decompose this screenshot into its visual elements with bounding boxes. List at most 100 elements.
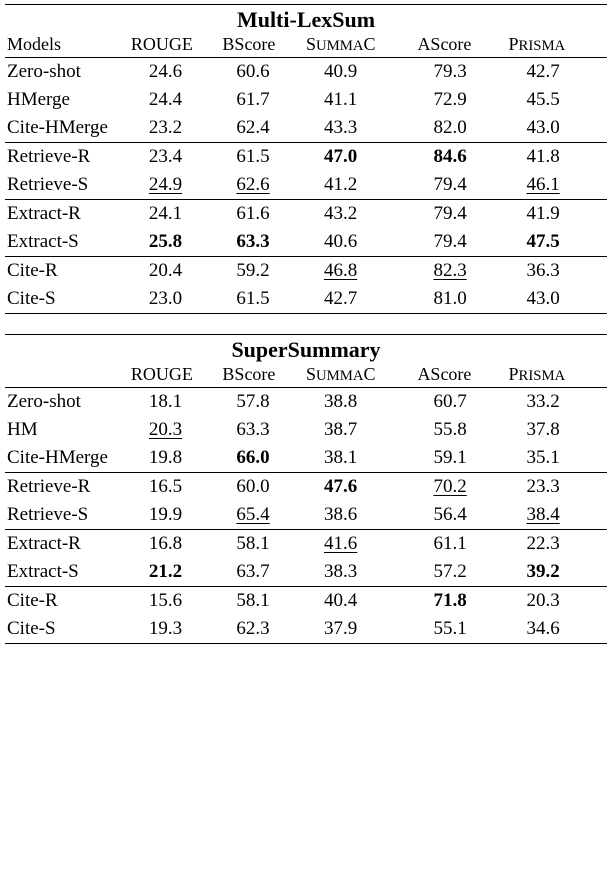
cell-value: 41.1 (324, 89, 357, 111)
cell-value: 37.8 (526, 419, 559, 441)
cell-prisma: 43.0 (508, 285, 607, 314)
cell-bscore: 61.7 (218, 86, 306, 114)
cell-value: 62.4 (236, 117, 269, 139)
cell-rouge: 24.4 (131, 86, 219, 114)
cell-value: 42.7 (526, 61, 559, 83)
cell-ascore: 72.9 (415, 86, 508, 114)
cell-ascore: 84.6 (415, 143, 508, 172)
table-title: Multi-LexSum (5, 4, 607, 34)
cell-bscore: 63.7 (218, 558, 306, 587)
cell-value: 79.4 (433, 203, 466, 225)
model-name: Cite-HMerge (5, 444, 131, 473)
model-name: Extract-R (5, 530, 131, 559)
cell-value: 38.4 (526, 504, 559, 526)
table-row: Zero-shot24.660.640.979.342.7 (5, 58, 607, 87)
cell-value: 23.0 (149, 288, 182, 310)
cell-prisma: 45.5 (508, 86, 607, 114)
cell-summac: 41.6 (306, 530, 415, 559)
cell-bscore: 62.4 (218, 114, 306, 143)
cell-value: 70.2 (433, 476, 466, 498)
cell-bscore: 58.1 (218, 530, 306, 559)
model-name: HMerge (5, 86, 131, 114)
cell-value: 58.1 (236, 590, 269, 612)
column-header-models: Models (5, 34, 131, 58)
cell-value: 57.8 (236, 391, 269, 413)
cell-prisma: 33.2 (508, 388, 607, 417)
cell-rouge: 19.8 (131, 444, 219, 473)
cell-rouge: 18.1 (131, 388, 219, 417)
model-name: Cite-R (5, 587, 131, 616)
cell-value: 84.6 (433, 146, 466, 168)
cell-prisma: 38.4 (508, 501, 607, 530)
cell-value: 60.7 (433, 391, 466, 413)
cell-prisma: 22.3 (508, 530, 607, 559)
cell-value: 57.2 (433, 561, 466, 583)
cell-bscore: 65.4 (218, 501, 306, 530)
cell-value: 40.9 (324, 61, 357, 83)
cell-prisma: 39.2 (508, 558, 607, 587)
cell-value: 39.2 (526, 561, 559, 583)
model-name: Zero-shot (5, 388, 131, 417)
cell-value: 19.8 (149, 447, 182, 469)
cell-summac: 47.0 (306, 143, 415, 172)
cell-rouge: 23.0 (131, 285, 219, 314)
column-header: BScore (218, 364, 306, 388)
cell-summac: 40.6 (306, 228, 415, 257)
cell-value: 79.4 (433, 174, 466, 196)
cell-value: 45.5 (526, 89, 559, 111)
cell-ascore: 82.0 (415, 114, 508, 143)
cell-prisma: 34.6 (508, 615, 607, 644)
cell-value: 23.4 (149, 146, 182, 168)
cell-summac: 38.7 (306, 416, 415, 444)
cell-value: 60.0 (236, 476, 269, 498)
model-name: Cite-S (5, 615, 131, 644)
column-header: BScore (218, 34, 306, 58)
cell-summac: 38.6 (306, 501, 415, 530)
cell-value: 41.9 (526, 203, 559, 225)
table-row: HMerge24.4 61.7 41.1 72.9 45.5 (5, 86, 607, 114)
column-header: PRISMA (508, 34, 607, 58)
cell-summac: 47.6 (306, 473, 415, 502)
cell-value: 42.7 (324, 288, 357, 310)
cell-value: 15.6 (149, 590, 182, 612)
cell-value: 58.1 (236, 533, 269, 555)
table-row: Extract-S21.263.738.357.239.2 (5, 558, 607, 587)
cell-value: 23.3 (526, 476, 559, 498)
cell-value: 38.3 (324, 561, 357, 583)
column-header: PRISMA (508, 364, 607, 388)
data-table: ModelsROUGEBScoreSUMMACAScorePRISMAZero-… (5, 34, 607, 314)
model-name: Cite-HMerge (5, 114, 131, 143)
cell-summac: 40.4 (306, 587, 415, 616)
results-table-1: SuperSummaryROUGEBScoreSUMMACAScorePRISM… (5, 334, 607, 644)
cell-prisma: 41.8 (508, 143, 607, 172)
cell-value: 61.7 (236, 89, 269, 111)
cell-value: 18.1 (149, 391, 182, 413)
cell-value: 40.4 (324, 590, 357, 612)
cell-summac: 42.7 (306, 285, 415, 314)
column-header: SUMMAC (306, 34, 415, 58)
cell-rouge: 20.4 (131, 257, 219, 286)
header-row: ModelsROUGEBScoreSUMMACAScorePRISMA (5, 34, 607, 58)
table-row: Cite-S19.362.337.955.134.6 (5, 615, 607, 644)
cell-bscore: 61.6 (218, 200, 306, 229)
cell-value: 82.3 (433, 260, 466, 282)
table-row: Cite-R20.459.246.882.336.3 (5, 257, 607, 286)
cell-value: 79.3 (433, 61, 466, 83)
cell-value: 36.3 (526, 260, 559, 282)
cell-value: 38.6 (324, 504, 357, 526)
cell-summac: 37.9 (306, 615, 415, 644)
cell-rouge: 15.6 (131, 587, 219, 616)
model-name: Retrieve-R (5, 143, 131, 172)
cell-bscore: 63.3 (218, 228, 306, 257)
cell-bscore: 61.5 (218, 285, 306, 314)
cell-value: 56.4 (433, 504, 466, 526)
cell-summac: 41.2 (306, 171, 415, 200)
cell-value: 46.8 (324, 260, 357, 282)
model-name: Cite-R (5, 257, 131, 286)
cell-ascore: 61.1 (415, 530, 508, 559)
cell-value: 63.3 (236, 231, 269, 253)
cell-value: 41.2 (324, 174, 357, 196)
cell-bscore: 66.0 (218, 444, 306, 473)
cell-value: 25.8 (149, 231, 182, 253)
header-row: ROUGEBScoreSUMMACAScorePRISMA (5, 364, 607, 388)
